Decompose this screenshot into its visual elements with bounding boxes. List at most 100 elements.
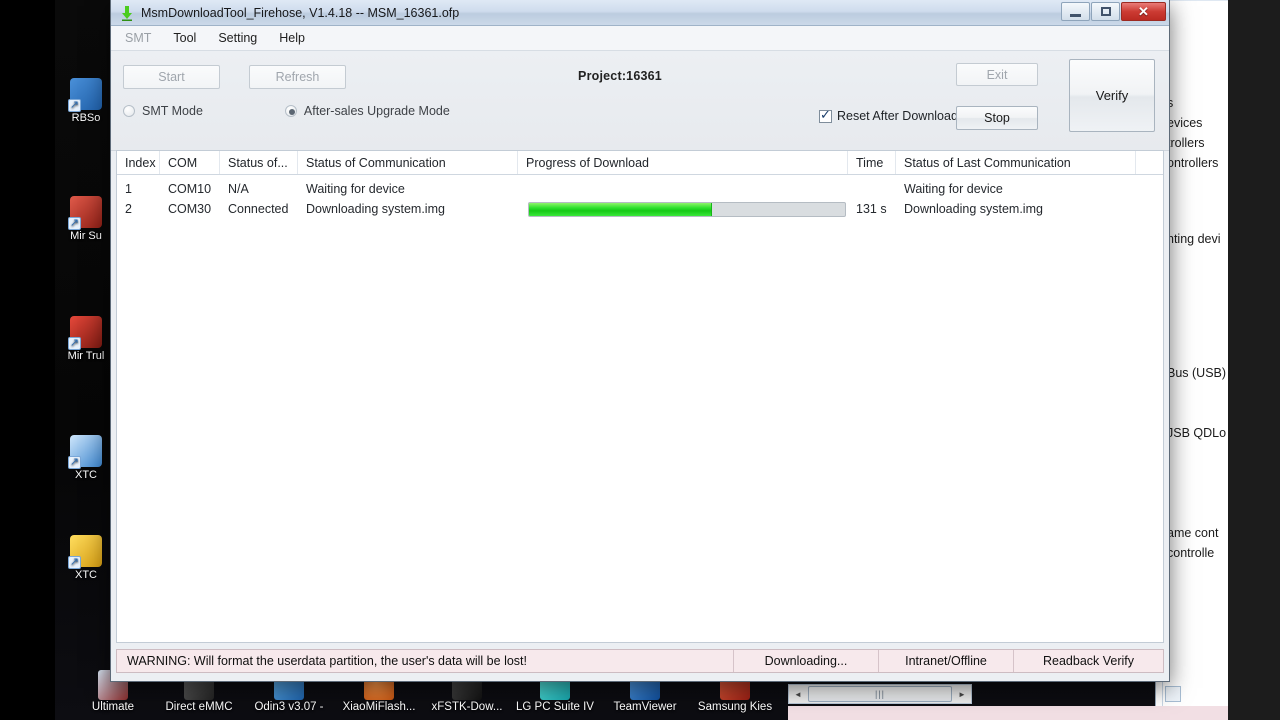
shortcut-arrow-icon: ↗ bbox=[68, 556, 81, 569]
device-manager-hscroll-corner[interactable] bbox=[1165, 686, 1181, 702]
tree-row[interactable]: evices bbox=[1167, 113, 1228, 133]
verify-button[interactable]: Verify bbox=[1069, 59, 1155, 132]
desktop-icon-label: Mir Trul bbox=[67, 350, 105, 362]
window-title: MsmDownloadTool_Firehose, V1.4.18 -- MSM… bbox=[141, 5, 460, 20]
cell-status-of: N/A bbox=[228, 182, 249, 196]
tree-row[interactable]: Bus (USB) bbox=[1167, 363, 1228, 383]
radio-smt-mode[interactable]: SMT Mode bbox=[123, 104, 203, 118]
reset-after-download-checkbox[interactable]: Reset After Download bbox=[819, 108, 958, 123]
tree-row[interactable] bbox=[1167, 249, 1228, 327]
shortcut-arrow-icon: ↗ bbox=[68, 217, 81, 230]
column-header-index[interactable]: Index bbox=[117, 151, 160, 174]
maximize-button[interactable] bbox=[1091, 2, 1120, 21]
device-grid: Index COM Status of... Status of Communi… bbox=[116, 150, 1164, 643]
shortcut-label: Odin3 v3.07 - bbox=[254, 701, 324, 713]
cell-status-of-last-communication: Downloading system.img bbox=[904, 202, 1043, 216]
shortcut-label: xFSTK-Dow... bbox=[431, 701, 503, 713]
msm-download-tool-window: MsmDownloadTool_Firehose, V1.4.18 -- MSM… bbox=[110, 0, 1170, 682]
menu-item-smt[interactable]: SMT bbox=[125, 31, 151, 45]
cell-status-of-last-communication: Waiting for device bbox=[904, 182, 1003, 196]
column-header-status-of-communication[interactable]: Status of Communication bbox=[298, 151, 518, 174]
cell-time: 131 s bbox=[856, 202, 887, 216]
menu-item-help[interactable]: Help bbox=[279, 31, 305, 45]
background-horizontal-scrollbar[interactable]: ◄ ||| ► bbox=[788, 684, 972, 704]
cell-status-of-communication: Downloading system.img bbox=[306, 202, 445, 216]
window-controls: ✕ bbox=[1061, 2, 1166, 21]
radio-icon bbox=[123, 105, 135, 117]
reset-after-download-label: Reset After Download bbox=[837, 109, 958, 123]
column-header-status-of-last-communication[interactable]: Status of Last Communication bbox=[896, 151, 1136, 174]
status-download-state: Downloading... bbox=[733, 650, 878, 672]
radio-after-sales-label: After-sales Upgrade Mode bbox=[303, 104, 450, 118]
desktop-icon-label: Mir Su bbox=[70, 230, 102, 242]
radio-after-sales-upgrade-mode[interactable]: After-sales Upgrade Mode bbox=[284, 104, 450, 118]
tree-row[interactable] bbox=[1167, 173, 1228, 229]
tree-row[interactable]: s bbox=[1167, 93, 1228, 113]
close-button[interactable]: ✕ bbox=[1121, 2, 1166, 21]
progress-bar-fill bbox=[529, 202, 713, 216]
scrollbar-thumb[interactable]: ||| bbox=[808, 686, 952, 702]
download-arrow-icon bbox=[119, 5, 135, 21]
window-titlebar[interactable]: MsmDownloadTool_Firehose, V1.4.18 -- MSM… bbox=[111, 0, 1169, 26]
minimize-icon bbox=[1070, 13, 1081, 17]
maximize-icon bbox=[1100, 7, 1111, 16]
column-header-progress-of-download[interactable]: Progress of Download bbox=[518, 151, 848, 174]
background-pink-strip bbox=[788, 706, 1228, 720]
radio-smt-mode-label: SMT Mode bbox=[142, 104, 203, 118]
desktop-icon-mirtrul[interactable]: ↗ Mir Trul bbox=[58, 316, 114, 362]
menubar: SMT Tool Setting Help bbox=[111, 26, 1169, 51]
shortcut-label: Samsung Kies bbox=[697, 701, 773, 713]
tree-row[interactable]: ame cont bbox=[1167, 523, 1228, 543]
column-header-com[interactable]: COM bbox=[160, 151, 220, 174]
letterbox-right bbox=[1228, 0, 1280, 720]
tree-row[interactable]: nting devi bbox=[1167, 229, 1228, 249]
status-network-state: Intranet/Offline bbox=[878, 650, 1013, 672]
shortcut-arrow-icon: ↗ bbox=[68, 99, 81, 112]
table-row[interactable]: 2 COM30 Connected Downloading system.img… bbox=[117, 199, 1163, 219]
tree-row[interactable]: JSB QDLo bbox=[1167, 423, 1228, 443]
menu-item-tool[interactable]: Tool bbox=[173, 31, 196, 45]
mode-radio-group: SMT Mode After-sales Upgrade Mode bbox=[123, 104, 450, 118]
letterbox-left bbox=[0, 0, 55, 720]
scroll-left-arrow-icon[interactable]: ◄ bbox=[789, 685, 807, 703]
status-warning-message: WARNING: Will format the userdata partit… bbox=[127, 654, 527, 668]
column-header-status-of[interactable]: Status of... bbox=[220, 151, 298, 174]
cell-status-of-communication: Waiting for device bbox=[306, 182, 405, 196]
cell-index: 2 bbox=[125, 202, 132, 216]
device-manager-tree: s evices trollers ontrollers nting devi … bbox=[1167, 93, 1228, 583]
cell-status-of: Connected bbox=[228, 202, 289, 216]
device-manager-content: s evices trollers ontrollers nting devi … bbox=[1162, 1, 1228, 706]
desktop-icon-mirsu[interactable]: ↗ Mir Su bbox=[58, 196, 114, 242]
desktop-icon-xtc-2[interactable]: ↗ XTC bbox=[58, 535, 114, 581]
tree-row[interactable] bbox=[1167, 443, 1228, 523]
close-icon: ✕ bbox=[1138, 4, 1149, 19]
table-row[interactable]: 1 COM10 N/A Waiting for device Waiting f… bbox=[117, 179, 1163, 199]
tree-row[interactable]: controlle bbox=[1167, 543, 1228, 583]
tree-row[interactable]: ontrollers bbox=[1167, 153, 1228, 173]
cell-time bbox=[848, 179, 896, 199]
statusbar: WARNING: Will format the userdata partit… bbox=[116, 649, 1164, 673]
shortcut-label: Direct eMMC bbox=[165, 701, 233, 713]
tree-row[interactable] bbox=[1167, 383, 1228, 423]
progress-bar bbox=[528, 201, 846, 217]
tree-row[interactable]: trollers bbox=[1167, 133, 1228, 153]
app-icon: ↗ bbox=[68, 535, 102, 569]
shortcut-label: Ultimate bbox=[91, 701, 135, 713]
screen: ↗ RBSo ↗ Mir Su ↗ Mir Trul ↗ XTC ↗ XTC U… bbox=[0, 0, 1280, 720]
shortcut-label: TeamViewer bbox=[613, 701, 677, 713]
minimize-button[interactable] bbox=[1061, 2, 1090, 21]
menu-item-setting[interactable]: Setting bbox=[218, 31, 257, 45]
cell-index: 1 bbox=[125, 182, 132, 196]
cell-com: COM30 bbox=[168, 202, 212, 216]
tree-row[interactable] bbox=[1167, 327, 1228, 363]
toolbar-area: Start Refresh Project:16361 SMT Mode Aft… bbox=[111, 51, 1169, 151]
desktop-icon-xtc-1[interactable]: ↗ XTC bbox=[58, 435, 114, 481]
status-verify-mode: Readback Verify bbox=[1013, 650, 1163, 672]
app-icon: ↗ bbox=[68, 316, 102, 350]
scroll-right-arrow-icon[interactable]: ► bbox=[953, 685, 971, 703]
column-header-time[interactable]: Time bbox=[848, 151, 896, 174]
stop-button[interactable]: Stop bbox=[956, 106, 1038, 130]
desktop-icon-rbso[interactable]: ↗ RBSo bbox=[58, 78, 114, 124]
desktop-icon-label: RBSo bbox=[71, 112, 101, 124]
exit-button[interactable]: Exit bbox=[956, 63, 1038, 86]
